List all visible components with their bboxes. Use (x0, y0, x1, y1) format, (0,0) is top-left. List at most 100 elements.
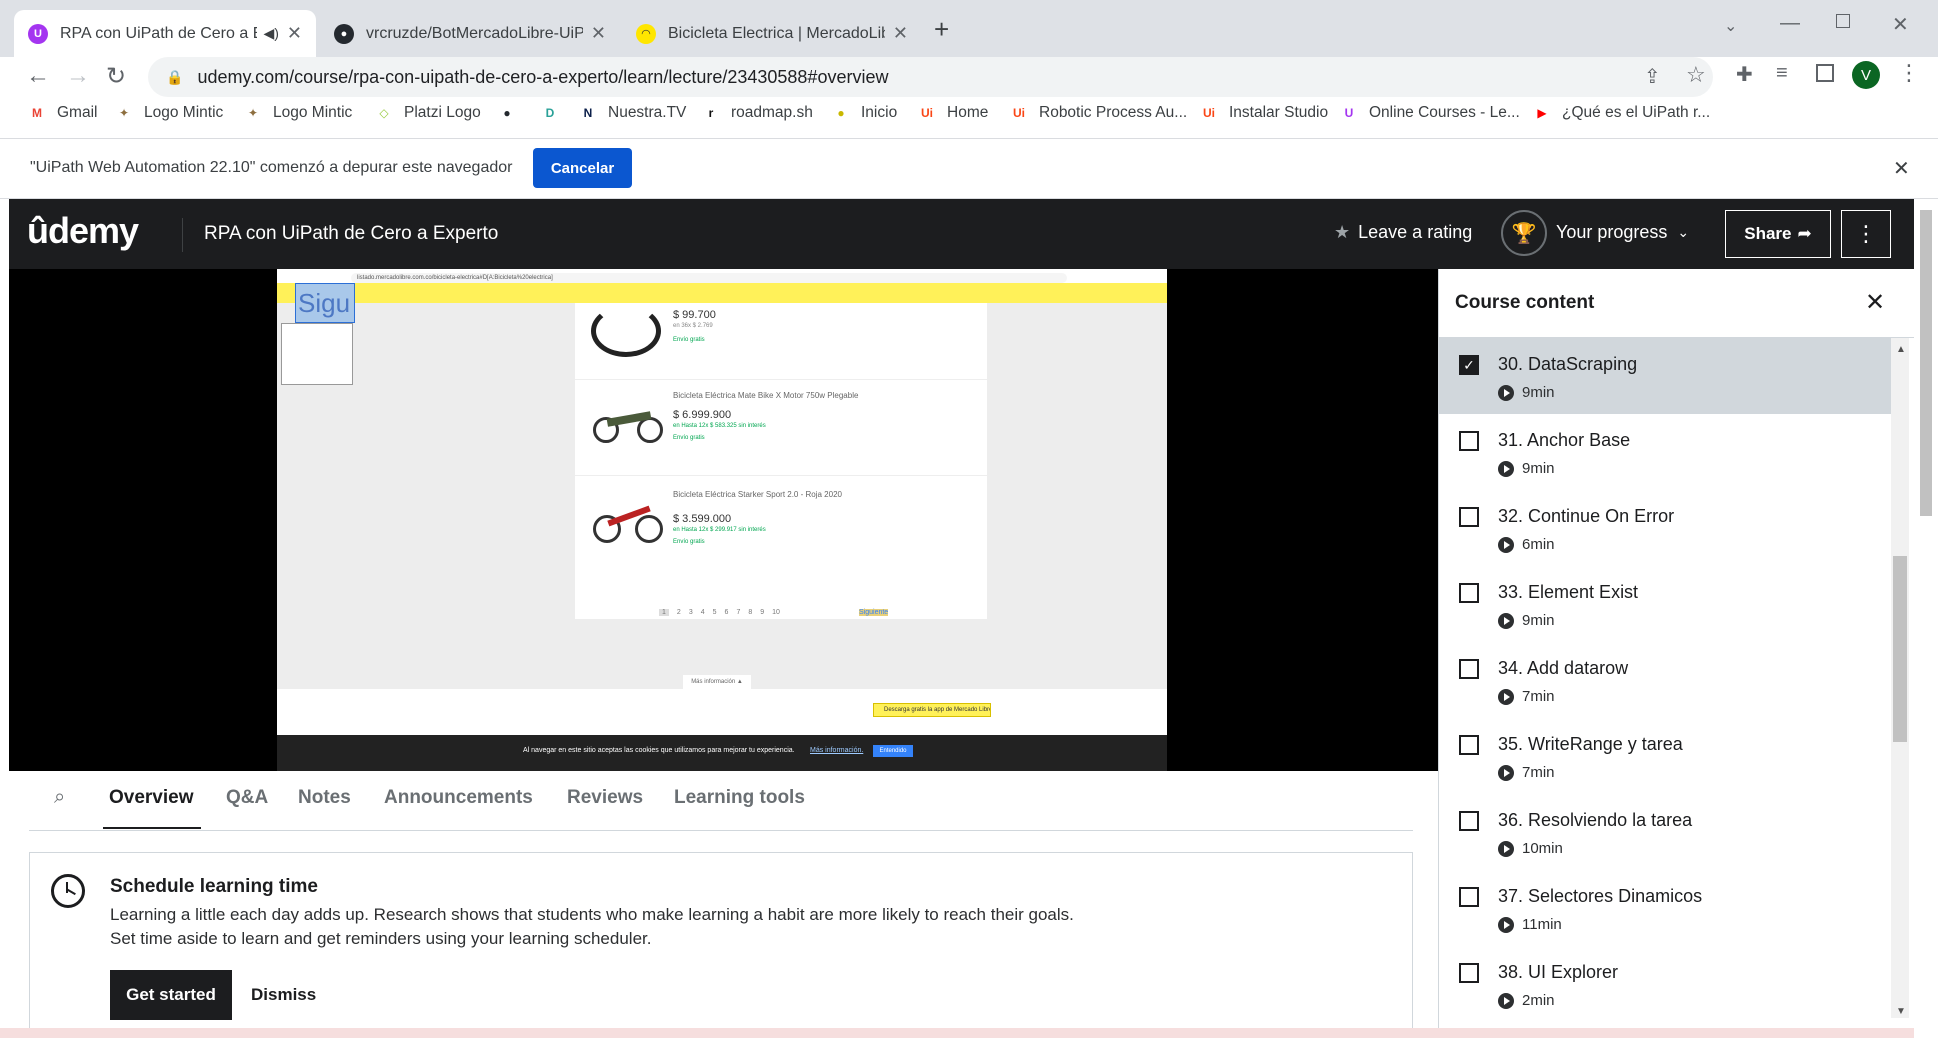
lecture-checkbox[interactable] (1459, 507, 1479, 527)
course-lecture-item[interactable]: 36. Resolviendo la tarea 10min (1438, 794, 1891, 870)
close-window-button[interactable]: ✕ (1892, 12, 1909, 37)
close-tab-icon[interactable]: ✕ (287, 23, 302, 44)
profile-avatar[interactable]: V (1852, 61, 1880, 89)
more-options-button[interactable]: ⋮ (1841, 210, 1891, 258)
divider (29, 830, 1413, 831)
extensions-icon[interactable]: ✚ (1736, 62, 1753, 87)
video-player[interactable]: listado.mercadolibre.com.co/bicicleta-el… (9, 269, 1438, 771)
content-scroll-thumb[interactable] (1893, 556, 1907, 742)
bookmark-item[interactable]: ● Inicio (831, 103, 897, 123)
lecture-checkbox[interactable] (1459, 431, 1479, 451)
bookmark-item[interactable]: ◇ Platzi Logo (374, 103, 480, 123)
udemy-logo[interactable]: ûdemy (27, 210, 139, 252)
bookmark-item[interactable]: ✦ Logo Mintic (114, 103, 223, 123)
tab-title: Bicicleta Electrica | MercadoLibre (668, 24, 885, 42)
bookmark-item[interactable]: M Gmail (27, 103, 97, 123)
bookmark-label: ¿Qué es el UiPath r... (1562, 104, 1711, 121)
gmail-icon: M (32, 106, 42, 120)
play-circle-icon (1498, 688, 1514, 705)
play-circle-icon (1498, 840, 1514, 857)
course-lecture-item[interactable]: 34. Add datarow 7min (1438, 642, 1891, 718)
tab-learning-tools[interactable]: Learning tools (674, 787, 805, 809)
course-lecture-item[interactable]: 35. WriteRange y tarea 7min (1438, 718, 1891, 794)
video-page-number: 4 (700, 609, 705, 616)
header-divider (182, 218, 183, 252)
address-bar[interactable]: 🔒 udemy.com/course/rpa-con-uipath-de-cer… (148, 57, 1713, 97)
bookmark-item[interactable]: ▶ ¿Qué es el UiPath r... (1532, 103, 1710, 123)
page-scroll-thumb[interactable] (1920, 210, 1932, 516)
tab-announcements[interactable]: Announcements (384, 787, 533, 809)
close-tab-icon[interactable]: ✕ (893, 23, 908, 44)
lecture-checkbox[interactable] (1459, 811, 1479, 831)
your-progress-button[interactable]: Your progress ⌄ (1556, 222, 1689, 243)
media-control-icon[interactable]: ≡ (1776, 62, 1788, 85)
search-icon[interactable]: ⌕ (54, 786, 65, 809)
course-lecture-item[interactable]: ✓ 30. DataScraping 9min (1438, 338, 1891, 414)
forward-icon[interactable]: → (66, 62, 90, 90)
play-circle-icon (1498, 536, 1514, 553)
lecture-title: 37. Selectores Dinamicos (1498, 886, 1703, 906)
back-icon[interactable]: ← (26, 62, 50, 90)
lecture-checkbox[interactable] (1459, 887, 1479, 907)
browser-tab-github[interactable]: ● vrcruzde/BotMercadoLibre-UiPat ✕ (320, 10, 620, 57)
scroll-up-icon[interactable]: ▲ (1896, 344, 1906, 355)
video-meta-1: en Hasta 12x $ 583.325 sin interés (673, 423, 766, 429)
side-panel-icon[interactable] (1816, 64, 1834, 82)
lock-icon: 🔒 (166, 68, 184, 85)
bookmark-item[interactable]: N Nuestra.TV (578, 103, 687, 123)
duration-text: 9min (1522, 384, 1555, 401)
video-wheel-image (591, 305, 661, 357)
speaker-icon[interactable]: ◀) (263, 25, 278, 42)
lecture-checkbox[interactable] (1459, 735, 1479, 755)
share-button[interactable]: Share ➦ (1725, 210, 1831, 258)
dismiss-button[interactable]: Dismiss (251, 985, 316, 1005)
leave-rating-button[interactable]: ★ Leave a rating (1334, 222, 1472, 243)
tab-qa[interactable]: Q&A (226, 787, 268, 809)
duration-text: 6min (1522, 536, 1555, 553)
restore-button[interactable] (1836, 14, 1850, 28)
scroll-down-icon[interactable]: ▼ (1896, 1006, 1906, 1017)
bookmark-item[interactable]: ✦ Logo Mintic (243, 103, 352, 123)
tab-notes[interactable]: Notes (298, 787, 351, 809)
close-panel-icon[interactable]: ✕ (1865, 288, 1885, 317)
course-lecture-item[interactable]: 37. Selectores Dinamicos 11min (1438, 870, 1891, 946)
lecture-duration: 11min (1498, 916, 1562, 933)
video-bike-image (593, 399, 665, 445)
bookmark-item[interactable]: r roadmap.sh (701, 103, 813, 123)
video-page-number: 7 (736, 609, 741, 616)
bookmark-star-icon[interactable]: ☆ (1686, 62, 1706, 88)
lecture-checkbox[interactable]: ✓ (1459, 355, 1479, 375)
bookmark-item[interactable]: Ui Instalar Studio (1199, 103, 1328, 123)
browser-tab-udemy[interactable]: U RPA con UiPath de Cero a Ex ◀) ✕ (14, 10, 316, 57)
bookmark-item[interactable]: U Online Courses - Le... (1339, 103, 1520, 123)
course-title[interactable]: RPA con UiPath de Cero a Experto (204, 223, 498, 245)
bookmark-item[interactable]: Ui Home (917, 103, 988, 123)
close-infobar-icon[interactable]: ✕ (1893, 156, 1910, 181)
cancel-debug-button[interactable]: Cancelar (533, 148, 632, 188)
video-footer (277, 689, 1167, 735)
duration-text: 9min (1522, 460, 1555, 477)
reload-icon[interactable]: ↻ (106, 62, 126, 91)
close-tab-icon[interactable]: ✕ (591, 23, 606, 44)
lecture-checkbox[interactable] (1459, 583, 1479, 603)
tab-reviews[interactable]: Reviews (567, 787, 643, 809)
tab-overview[interactable]: Overview (109, 787, 194, 809)
get-started-button[interactable]: Get started (110, 970, 232, 1020)
browser-tab-mercadolibre[interactable]: ◠ Bicicleta Electrica | MercadoLibre ✕ (622, 10, 922, 57)
course-lecture-item[interactable]: 32. Continue On Error 6min (1438, 490, 1891, 566)
bookmark-item[interactable]: ● (497, 103, 527, 123)
tab-search-icon[interactable]: ⌄ (1724, 16, 1737, 36)
course-lecture-item[interactable]: 33. Element Exist 9min (1438, 566, 1891, 642)
minimize-button[interactable]: — (1780, 12, 1800, 35)
share-page-icon[interactable]: ⇪ (1644, 64, 1661, 89)
bookmark-item[interactable]: Ui Robotic Process Au... (1009, 103, 1187, 123)
new-tab-button[interactable]: + (934, 14, 949, 45)
bookmark-item[interactable]: D (540, 103, 570, 123)
chrome-menu-icon[interactable]: ⋮ (1898, 60, 1920, 86)
lecture-checkbox[interactable] (1459, 659, 1479, 679)
course-lecture-item[interactable]: 31. Anchor Base 9min (1438, 414, 1891, 490)
uipath-icon: Ui (1203, 106, 1215, 120)
course-lecture-item[interactable]: 38. UI Explorer 2min (1438, 946, 1891, 1022)
lecture-checkbox[interactable] (1459, 963, 1479, 983)
leave-rating-label: Leave a rating (1358, 222, 1473, 242)
